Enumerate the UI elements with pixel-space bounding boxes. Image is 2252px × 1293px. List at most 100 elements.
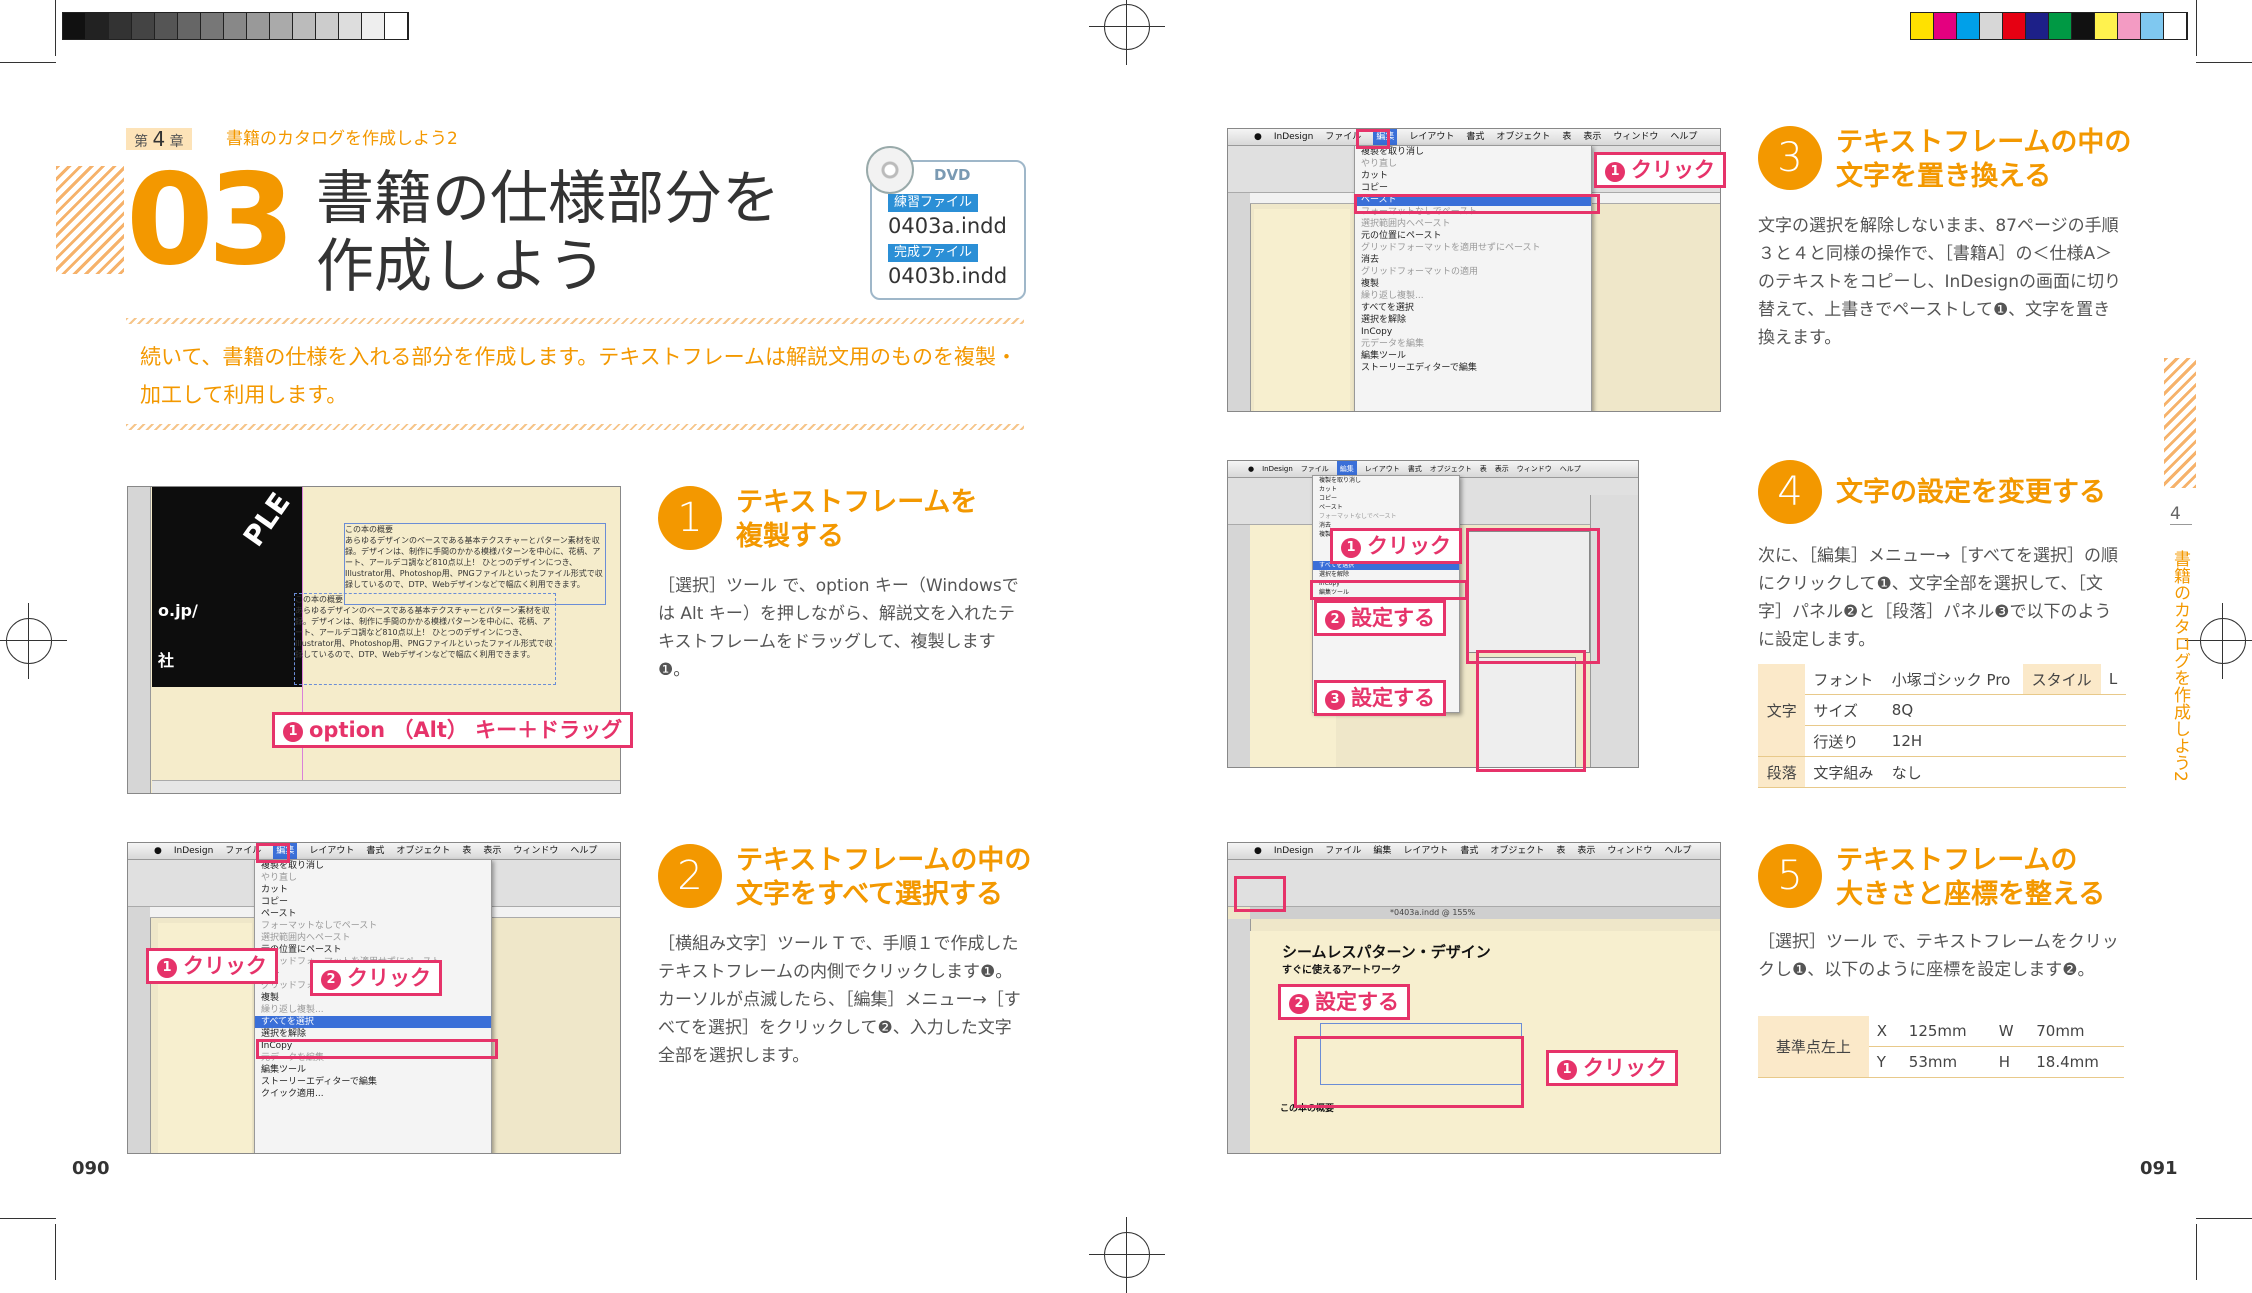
menu-apple[interactable]: ● <box>1248 461 1254 477</box>
menu-view[interactable]: 表示 <box>1577 843 1595 859</box>
menu-item[interactable]: 複製を取り消し <box>1355 146 1591 158</box>
sidebar-chapter-title: 書籍のカタログを作成しよう2 <box>2170 550 2190 782</box>
menu-window[interactable]: ウィンドウ <box>513 843 558 859</box>
menu-item[interactable]: ストーリーエディターで編集 <box>1355 362 1591 374</box>
callout-option-drag: 1 option （Alt） キー＋ドラッグ <box>272 712 634 748</box>
menu-item[interactable]: 繰り返し複製... <box>1355 290 1591 302</box>
table-label: 行送り <box>1805 725 1884 757</box>
menu-item[interactable]: 選択を解除 <box>1313 570 1459 579</box>
menu-view[interactable]: 表示 <box>1495 461 1509 477</box>
menu-bar[interactable]: ● InDesign ファイル 編集 レイアウト 書式 オブジェクト 表 表示 … <box>1228 843 1720 860</box>
menu-view[interactable]: 表示 <box>483 843 501 859</box>
menu-indesign[interactable]: InDesign <box>174 843 213 859</box>
sidebar-hatch <box>2164 358 2196 488</box>
crop-mark <box>55 1224 56 1280</box>
menu-item[interactable]: InCopy <box>1355 326 1591 338</box>
crop-mark <box>2196 1218 2252 1219</box>
menu-item[interactable]: 元データを編集 <box>1355 338 1591 350</box>
step-2-title: テキストフレームの中の 文字をすべて選択する <box>736 845 1032 910</box>
coordinates-table-step5: 基準点左上 X 125mm W 70mm Y 53mm H 18.4mm <box>1758 1016 2124 1078</box>
menu-item[interactable]: コピー <box>1355 182 1591 194</box>
menu-item[interactable]: 元の位置にペースト <box>1355 230 1591 242</box>
menu-item[interactable]: ストーリーエディターで編集 <box>255 1076 491 1088</box>
menu-item[interactable]: フォーマットなしでペースト <box>1313 512 1459 521</box>
menu-item[interactable]: 選択範囲内へペースト <box>1355 218 1591 230</box>
menu-object[interactable]: オブジェクト <box>396 843 450 859</box>
menu-table[interactable]: 表 <box>1562 129 1571 145</box>
menu-table[interactable]: 表 <box>1480 461 1487 477</box>
menu-layout[interactable]: レイアウト <box>1403 843 1448 859</box>
callout-text: クリック <box>347 966 431 990</box>
done-file: 0403b.indd <box>888 264 1008 288</box>
menu-layout[interactable]: レイアウト <box>309 843 354 859</box>
menu-window[interactable]: ウィンドウ <box>1517 461 1552 477</box>
menu-item[interactable]: 選択を解除 <box>1355 314 1591 326</box>
disc-icon <box>866 146 914 194</box>
tool-panel <box>1228 193 1251 411</box>
menu-apple[interactable]: ● <box>1254 843 1262 859</box>
menu-item[interactable]: 選択範囲内へペースト <box>255 932 491 944</box>
menu-type[interactable]: 書式 <box>366 843 384 859</box>
menu-item[interactable]: カット <box>1313 485 1459 494</box>
menu-item[interactable]: 繰り返し複製... <box>255 1004 491 1016</box>
menu-item[interactable]: カット <box>1355 170 1591 182</box>
menu-item[interactable]: コピー <box>1313 494 1459 503</box>
menu-help[interactable]: ヘルプ <box>1560 461 1581 477</box>
menu-item[interactable]: 編集ツール <box>1355 350 1591 362</box>
menu-indesign[interactable]: InDesign <box>1274 843 1313 859</box>
menu-apple[interactable]: ● <box>154 843 162 859</box>
menu-window[interactable]: ウィンドウ <box>1613 129 1658 145</box>
menu-apple[interactable]: ● <box>1254 129 1262 145</box>
menu-item[interactable]: クイック適用... <box>255 1088 491 1100</box>
menu-item-select-all[interactable]: すべてを選択 <box>255 1016 491 1028</box>
menu-object[interactable]: オブジェクト <box>1490 843 1544 859</box>
crop-mark <box>0 62 56 63</box>
menu-item[interactable]: 元の位置にペースト <box>255 944 491 956</box>
table-value: 18.4mm <box>2028 1046 2124 1078</box>
menu-indesign[interactable]: InDesign <box>1262 461 1293 477</box>
menu-indesign[interactable]: InDesign <box>1274 129 1313 145</box>
document-tab[interactable]: *0403a.indd @ 155% <box>1250 907 1720 919</box>
menu-object[interactable]: オブジェクト <box>1496 129 1550 145</box>
callout-click-paste: 1 クリック <box>1594 152 1726 188</box>
menu-bar[interactable]: ● InDesign ファイル 編集 レイアウト 書式 オブジェクト 表 表示 … <box>128 843 620 860</box>
menu-help[interactable]: ヘルプ <box>570 843 597 859</box>
menu-layout[interactable]: レイアウト <box>1409 129 1454 145</box>
edit-menu[interactable]: 複製を取り消し やり直し カット コピー ペースト フォーマットなしでペースト … <box>1354 145 1592 411</box>
menu-edit[interactable]: 編集 <box>1373 843 1391 859</box>
edit-menu[interactable]: 複製を取り消し やり直し カット コピー ペースト フォーマットなしでペースト … <box>254 859 492 1153</box>
menu-item[interactable]: やり直し <box>1355 158 1591 170</box>
menu-item[interactable]: グリッドフォーマットを適用せずにペースト <box>1355 242 1591 254</box>
document-tab-label: *0403a.indd @ 155% <box>1390 908 1476 917</box>
menu-item[interactable]: 消去 <box>1355 254 1591 266</box>
step-1-title: テキストフレームを 複製する <box>736 487 978 552</box>
callout-set-character: 2 設定する <box>1314 600 1446 636</box>
menu-item[interactable]: グリッドフォーマットの適用 <box>1355 266 1591 278</box>
menu-window[interactable]: ウィンドウ <box>1607 843 1652 859</box>
menu-item[interactable]: 複製を取り消し <box>1313 476 1459 485</box>
menu-item[interactable]: 複製を取り消し <box>255 860 491 872</box>
menu-item[interactable]: コピー <box>255 896 491 908</box>
menu-item[interactable]: カット <box>255 884 491 896</box>
menu-view[interactable]: 表示 <box>1583 129 1601 145</box>
menu-item[interactable]: すべてを選択 <box>1355 302 1591 314</box>
menu-item[interactable]: フォーマットなしでペースト <box>255 920 491 932</box>
menu-item[interactable]: 複製 <box>1355 278 1591 290</box>
table-label: サイズ <box>1805 694 1884 726</box>
menu-help[interactable]: ヘルプ <box>1670 129 1697 145</box>
menu-item[interactable]: やり直し <box>255 872 491 884</box>
menu-table[interactable]: 表 <box>462 843 471 859</box>
menu-item[interactable]: ペースト <box>1313 503 1459 512</box>
menu-help[interactable]: ヘルプ <box>1664 843 1691 859</box>
highlight-select-all <box>256 1039 498 1059</box>
table-group-character: 文字 <box>1758 664 1806 757</box>
menu-table[interactable]: 表 <box>1556 843 1565 859</box>
menu-bar[interactable]: ● InDesign ファイル 編集 レイアウト 書式 オブジェクト 表 表示 … <box>1228 129 1720 146</box>
menu-type[interactable]: 書式 <box>1466 129 1484 145</box>
callout-text: クリック <box>1367 534 1451 558</box>
menu-type[interactable]: 書式 <box>1460 843 1478 859</box>
menu-item[interactable]: ペースト <box>255 908 491 920</box>
callout-set-coordinates: 2 設定する <box>1278 984 1410 1020</box>
menu-file[interactable]: ファイル <box>1325 843 1361 859</box>
menu-item[interactable]: 編集ツール <box>255 1064 491 1076</box>
